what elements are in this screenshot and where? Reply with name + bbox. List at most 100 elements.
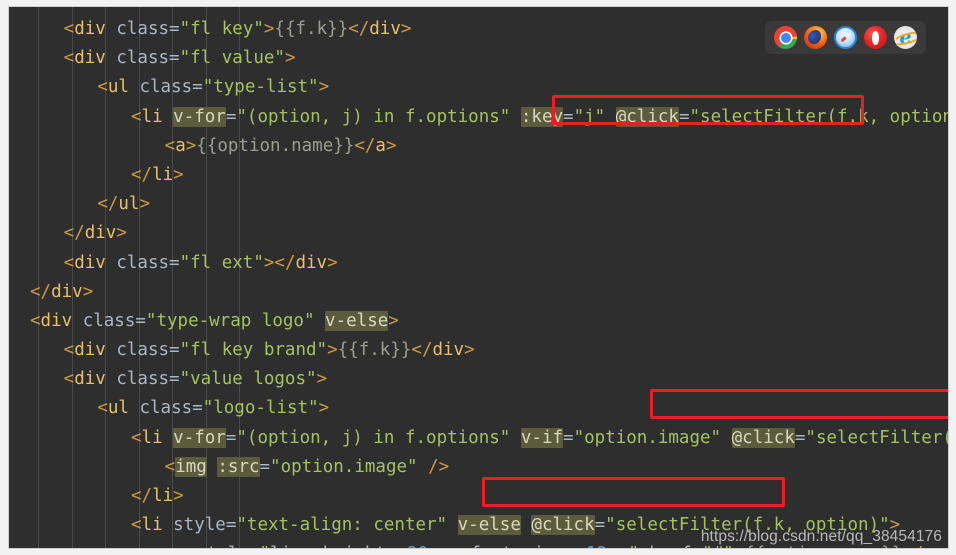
code-token: div — [74, 19, 106, 39]
chrome-icon[interactable] — [774, 26, 797, 49]
code-content[interactable]: <div class="fl key">{{f.k}}</div> <div cl… — [9, 7, 948, 548]
code-token: "j" — [573, 106, 606, 127]
code-token: > — [316, 369, 328, 390]
code-token: img — [175, 456, 207, 477]
code-token: = — [259, 456, 271, 477]
code-token: div — [295, 252, 328, 273]
code-line[interactable]: <div class="value logos"> — [9, 365, 948, 394]
code-token: a — [175, 135, 186, 156]
code-line[interactable]: </div> — [9, 219, 948, 248]
code-token: </ — [130, 164, 153, 185]
code-token: "text-align: center" — [236, 515, 448, 536]
code-token: = — [169, 48, 180, 69]
code-token: "selectFilter(f.k, option) — [805, 427, 948, 448]
code-line[interactable]: <img :src="option.image" /> — [9, 453, 948, 482]
code-token: > — [388, 310, 399, 331]
code-token: class — [105, 19, 170, 39]
code-token: class — [72, 310, 136, 331]
code-token: div — [74, 48, 106, 69]
code-token: > — [385, 135, 397, 156]
code-token: "fl value" — [179, 48, 285, 69]
code-token: > — [139, 194, 151, 215]
code-token: "value logos" — [179, 369, 317, 390]
code-line[interactable]: <ul class="logo-list"> — [9, 394, 948, 423]
code-token: div — [84, 223, 117, 244]
code-token: </ — [63, 223, 85, 244]
code-token: "logo-list" — [202, 398, 319, 419]
code-token: class — [105, 48, 170, 69]
code-token: < — [30, 310, 41, 331]
code-token: "fl key brand" — [179, 340, 328, 361]
code-token: < — [63, 48, 75, 69]
opera-icon[interactable] — [864, 26, 887, 49]
code-token: class — [128, 398, 193, 419]
code-token: div — [74, 340, 106, 361]
code-token: = — [794, 427, 806, 448]
code-token: > — [318, 77, 330, 98]
code-token: div — [432, 340, 465, 361]
code-token: v-for — [173, 106, 226, 127]
code-token: " — [628, 544, 639, 548]
code-token: ul — [107, 398, 129, 419]
code-token: > — [284, 48, 296, 69]
code-line[interactable]: <div class="fl ext"></div> — [9, 249, 948, 278]
code-token: < — [130, 515, 142, 536]
code-token: class — [105, 369, 170, 390]
code-token: li — [141, 106, 163, 127]
code-token: px — [428, 544, 449, 548]
code-token: </ — [130, 486, 153, 506]
code-token: = — [192, 77, 203, 98]
code-token: ></ — [263, 252, 296, 273]
safari-icon[interactable] — [834, 26, 857, 49]
code-line[interactable]: </li> — [9, 161, 948, 190]
code-line[interactable]: <ul class="type-list"> — [9, 73, 948, 102]
code-token: v-if — [520, 427, 564, 448]
browser-icon-strip[interactable] — [765, 21, 926, 54]
ie-icon[interactable] — [894, 26, 917, 49]
code-line[interactable]: </li> — [9, 482, 948, 511]
code-editor-surface[interactable]: <div class="fl key">{{f.k}}</div> <div cl… — [9, 7, 948, 548]
code-line[interactable]: <div class="type-wrap logo" v-else> — [9, 307, 948, 336]
code-token: < — [97, 77, 108, 98]
code-token: </ — [348, 19, 370, 39]
code-token: 12 — [586, 544, 607, 548]
code-token: < — [97, 398, 108, 419]
code-token: px — [607, 544, 628, 548]
code-line[interactable]: <div class="fl key brand">{{f.k}}</div> — [9, 336, 948, 365]
code-line[interactable]: </div> — [9, 278, 948, 307]
code-token: </ — [411, 340, 433, 361]
code-token: < — [164, 456, 176, 477]
code-token: @click — [731, 427, 795, 448]
code-line[interactable]: <li v-for="(option, j) in f.options" v-i… — [9, 424, 948, 453]
code-token: div — [40, 310, 73, 331]
code-token: style — [162, 515, 226, 536]
code-token: = — [225, 106, 237, 127]
code-token: "type-wrap logo" — [145, 310, 315, 331]
code-token: li — [152, 164, 174, 185]
watermark-url: https://blog.csdn.net/qq_38454176 — [700, 528, 942, 545]
code-token: @click — [615, 106, 679, 127]
code-token: font-size: — [460, 544, 586, 548]
code-token: {{f.k}} — [337, 340, 412, 361]
code-token: v-for — [173, 427, 226, 448]
code-token: " — [260, 544, 271, 548]
code-token: = — [225, 427, 237, 448]
code-line[interactable]: <a>{{option.name}}</a> — [9, 132, 948, 161]
code-token: </ — [30, 281, 52, 302]
code-token: = — [594, 515, 606, 536]
code-token: > — [327, 252, 338, 273]
code-token: li — [152, 486, 174, 506]
code-token: v-else — [325, 310, 389, 331]
code-token: @click — [531, 515, 595, 536]
code-token: :key — [520, 106, 564, 127]
code-line[interactable]: <li v-for="(option, j) in f.options" :ke… — [9, 103, 948, 132]
code-token: "(option, j) in f.options" — [236, 427, 511, 448]
code-line[interactable]: </ul> — [9, 190, 948, 219]
code-token: > — [116, 223, 127, 244]
firefox-icon[interactable] — [804, 26, 827, 49]
